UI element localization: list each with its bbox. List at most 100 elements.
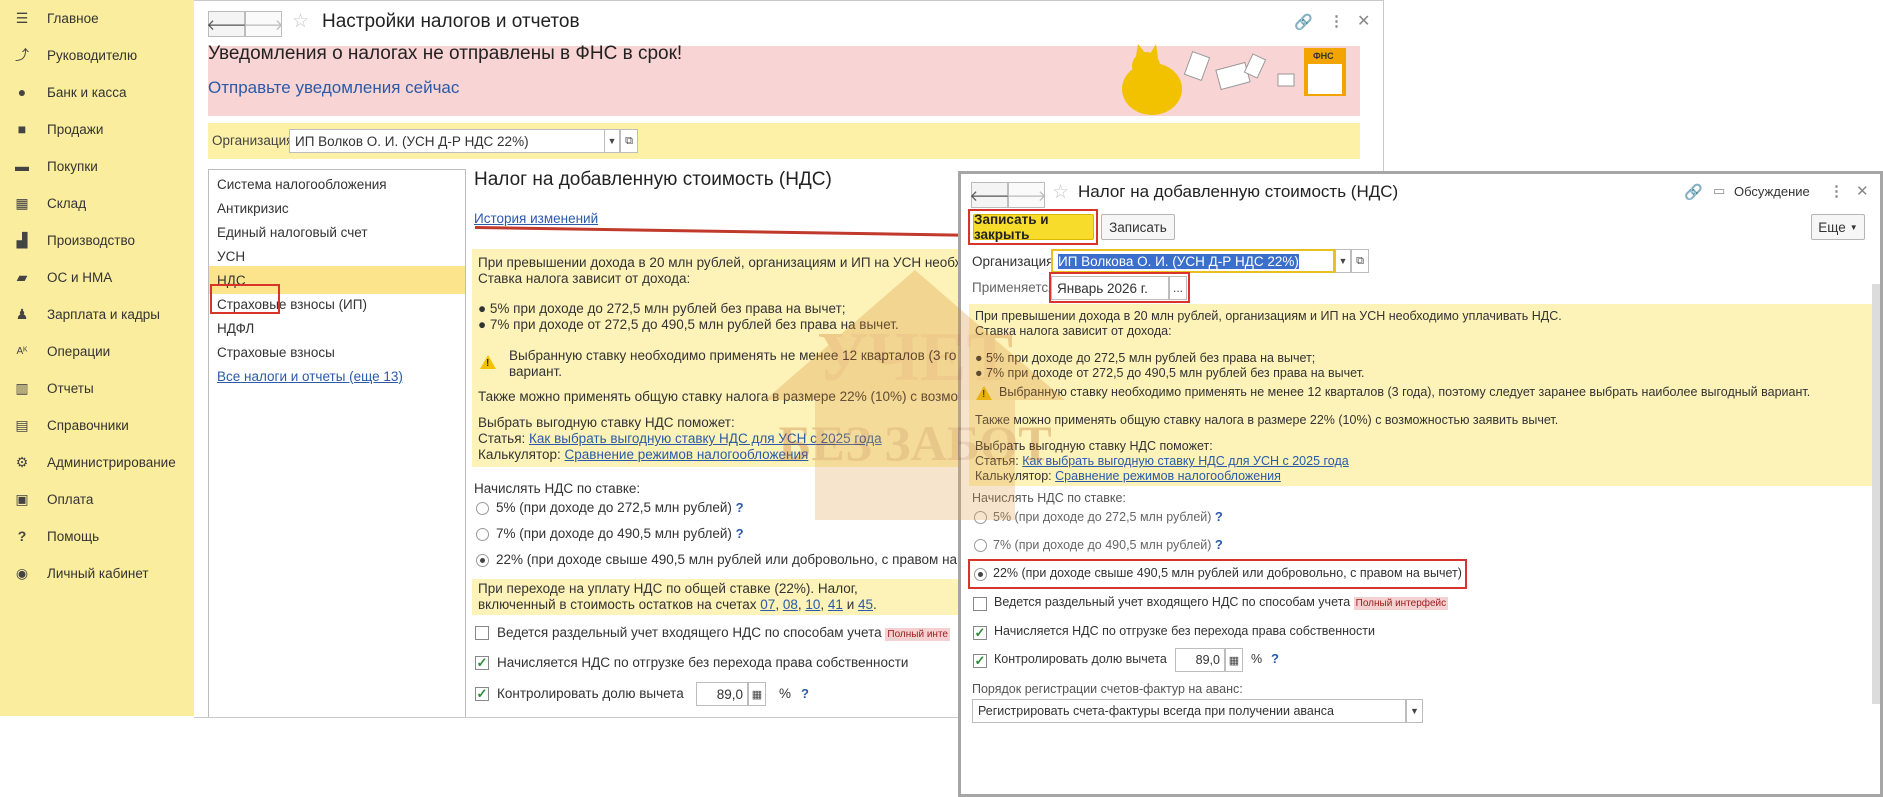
help-icon[interactable]: ?	[736, 500, 744, 515]
sidebar-item-label: Администрирование	[47, 454, 176, 470]
back-button[interactable]: 🡐	[206, 11, 247, 37]
sidebar-item-manager[interactable]: ⤴ Руководителю	[0, 40, 194, 70]
calc-link[interactable]: Сравнение режимов налогообложения	[1055, 469, 1281, 483]
open-button[interactable]: ⧉	[620, 129, 638, 153]
dropdown-button[interactable]: ▼	[1406, 699, 1423, 723]
grid-icon: ▦	[15, 194, 29, 211]
sidebar-item-purchases[interactable]: ▬ Покупки	[0, 151, 194, 181]
highlight-vat-item	[210, 284, 280, 314]
rate-5-radio[interactable]	[974, 511, 987, 524]
menu-icon: ☰	[15, 9, 29, 26]
sidebar-item-salary[interactable]: ♟ Зарплата и кадры	[0, 299, 194, 329]
account-link[interactable]: 08	[783, 597, 798, 612]
close-icon[interactable]: ✕	[1357, 11, 1370, 31]
back-button[interactable]: 🡐	[969, 182, 1010, 208]
help-icon[interactable]: ?	[1271, 651, 1279, 666]
organization-field[interactable]: ИП Волкова О. И. (УСН Д-Р НДС 22%)	[1051, 249, 1335, 273]
forward-button[interactable]: 🡒	[1006, 182, 1047, 208]
sidebar-item-label: Оплата	[47, 491, 94, 507]
sidebar-item-label: Главное	[47, 10, 99, 26]
discussion-button[interactable]: Обсуждение	[1734, 184, 1810, 199]
sidebar-item-operations[interactable]: Aᴷ Операции	[0, 336, 194, 366]
sidebar-item-assets[interactable]: ▰ ОС и НМА	[0, 262, 194, 292]
close-icon[interactable]: ✕	[1856, 182, 1869, 200]
open-button[interactable]: ⧉	[1351, 249, 1369, 273]
choose-text: Выбрать выгодную ставку НДС поможет:	[478, 415, 735, 430]
sidebar-item-sales[interactable]: ■ Продажи	[0, 114, 194, 144]
rate-22-radio[interactable]	[476, 554, 489, 567]
help-icon[interactable]: ?	[736, 526, 744, 541]
organization-value: ИП Волкова О. И. (УСН Д-Р НДС 22%)	[1058, 253, 1299, 269]
sidebar-item-admin[interactable]: ⚙ Администрирование	[0, 447, 194, 477]
sidebar-item-help[interactable]: ? Помощь	[0, 521, 194, 551]
sidebar-item-production[interactable]: ▟ Производство	[0, 225, 194, 255]
sidebar-item-reports[interactable]: ▥ Отчеты	[0, 373, 194, 403]
control-share-checkbox[interactable]: ✓	[973, 654, 987, 668]
control-share-input[interactable]: 89,0	[1175, 648, 1225, 672]
sidebar-item-label: ОС и НМА	[47, 269, 113, 285]
rate-label: Начислять НДС по ставке:	[474, 481, 641, 496]
scrollbar[interactable]	[1872, 284, 1880, 704]
dropdown-button[interactable]: ▼	[1335, 249, 1351, 273]
help-icon[interactable]: ?	[1215, 537, 1223, 552]
favorite-star-icon[interactable]: ☆	[1052, 181, 1069, 204]
account-link[interactable]: 07	[760, 597, 775, 612]
more-menu-icon[interactable]: ⋮	[1829, 182, 1844, 200]
sidebar-item-bank[interactable]: ● Банк и касса	[0, 77, 194, 107]
favorite-star-icon[interactable]: ☆	[292, 10, 309, 33]
rate-7-radio[interactable]	[476, 528, 489, 541]
discussion-icon[interactable]: ▭	[1713, 183, 1725, 199]
nav-buttons: 🡐 🡒	[969, 182, 1047, 208]
more-menu-icon[interactable]: ⋮	[1329, 12, 1344, 30]
separate-accounting-checkbox[interactable]	[475, 626, 489, 640]
help-icon[interactable]: ?	[1215, 509, 1223, 524]
send-notifications-link[interactable]: Отправьте уведомления сейчас	[208, 78, 459, 98]
control-share-input[interactable]: 89,0	[696, 682, 748, 706]
sidebar-item-label: Справочники	[47, 417, 129, 433]
control-share-label: Контролировать долю вычета	[994, 652, 1167, 666]
more-button[interactable]: Еще ▼	[1811, 214, 1865, 240]
rate-7-radio[interactable]	[974, 539, 987, 552]
vat-shipment-checkbox[interactable]: ✓	[475, 656, 489, 670]
organization-field[interactable]: ИП Волков О. И. (УСН Д-Р НДС 22%)	[289, 129, 605, 153]
warning-text2: вариант.	[509, 364, 562, 379]
invoice-order-select[interactable]: Регистрировать счета-фактуры всегда при …	[972, 699, 1406, 723]
percent-label: %	[779, 686, 792, 701]
save-button[interactable]: Записать	[1101, 214, 1175, 240]
separate-accounting-label: Ведется раздельный учет входящего НДС по…	[994, 595, 1351, 609]
info-bullet1: ● 5% при доходе до 272,5 млн рублей без …	[975, 351, 1316, 365]
link-icon[interactable]: 🔗	[1684, 183, 1703, 201]
sidebar-item-label: Операции	[47, 343, 111, 359]
general-rate-text: Также можно применять общую ставку налог…	[478, 389, 959, 404]
link-icon[interactable]: 🔗	[1294, 13, 1313, 31]
account-link[interactable]: 41	[828, 597, 843, 612]
article-link[interactable]: Как выбрать выгодную ставку НДС для УСН …	[1022, 454, 1348, 468]
vat-shipment-checkbox[interactable]: ✓	[973, 626, 987, 640]
sidebar-item-label: Банк и касса	[47, 84, 127, 100]
calculator-button[interactable]: ▦	[1225, 648, 1243, 672]
forward-button[interactable]: 🡒	[243, 11, 284, 37]
control-share-checkbox[interactable]: ✓	[475, 687, 489, 701]
info-line1: При превышении дохода в 20 млн рублей, о…	[975, 309, 1562, 323]
article-link[interactable]: Как выбрать выгодную ставку НДС для УСН …	[529, 431, 882, 446]
trend-icon: ⤴	[15, 47, 29, 63]
account-link[interactable]: 45	[858, 597, 873, 612]
dropdown-button[interactable]: ▼	[604, 129, 620, 153]
sidebar-item-payment[interactable]: ▣ Оплата	[0, 484, 194, 514]
help-icon[interactable]: ?	[801, 686, 809, 701]
sidebar-item-label: Личный кабинет	[47, 565, 149, 581]
calc-link[interactable]: Сравнение режимов налогообложения	[565, 447, 809, 462]
separate-accounting-checkbox[interactable]	[973, 597, 987, 611]
calculator-button[interactable]: ▦	[748, 682, 766, 706]
vat-shipment-label: Начисляется НДС по отгрузке без перехода…	[497, 655, 909, 670]
all-taxes-link[interactable]: Все налоги и отчеты (еще 13)	[209, 362, 465, 390]
chevron-down-icon: ▼	[1849, 222, 1858, 232]
rate-5-radio[interactable]	[476, 502, 489, 515]
sidebar-item-warehouse[interactable]: ▦ Склад	[0, 188, 194, 218]
account-link[interactable]: 10	[805, 597, 820, 612]
sidebar-item-main[interactable]: ☰ Главное	[0, 3, 194, 33]
sidebar-item-account[interactable]: ◉ Личный кабинет	[0, 558, 194, 588]
article-label: Статья:	[478, 431, 526, 446]
sidebar-item-references[interactable]: ▤ Справочники	[0, 410, 194, 440]
history-link[interactable]: История изменений	[474, 211, 598, 226]
